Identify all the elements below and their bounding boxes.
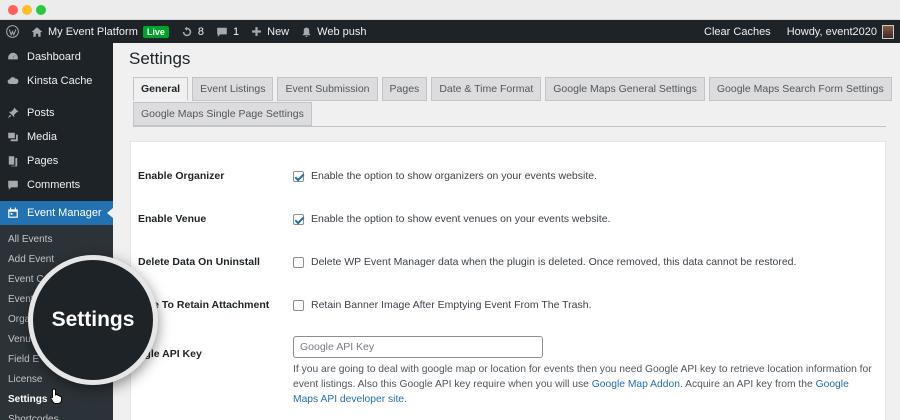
setting-label: Enable Venue [138,213,207,225]
enable-organizer-checkbox[interactable] [293,170,304,182]
avatar [882,24,894,39]
setting-description: Enable the option to show organizers on … [311,170,598,182]
tab-google-maps-single-page[interactable]: Google Maps Single Page Settings [133,102,312,126]
updates-count: 8 [197,25,204,38]
sidebar-item-event-manager[interactable]: Event Manager [0,201,113,225]
admin-bar: My Event Platform Live 8 1 New Web push … [0,20,900,43]
site-name: My Event Platform [48,25,138,38]
settings-panel: Enable Organizer Enable the option to sh… [130,141,886,420]
page-title: Settings [129,49,191,68]
window-titlebar [0,0,900,20]
pin-icon [7,107,19,119]
setting-description: Delete WP Event Manager data when the pl… [311,256,797,268]
web-push-menu[interactable]: Web push [295,20,372,43]
pages-icon [8,156,18,167]
sidebar-item-kinsta-cache[interactable]: Kinsta Cache [0,69,113,93]
site-menu[interactable]: My Event Platform Live [25,20,175,43]
minimize-window-button[interactable] [22,5,32,15]
tabs-divider [133,126,886,127]
cloud-icon [7,77,19,84]
settings-tabs: General Event Listings Event Submission … [133,77,892,127]
sidebar-item-dashboard[interactable]: Dashboard [0,45,113,69]
home-icon [31,26,43,37]
wordpress-logo-icon[interactable] [0,20,25,43]
sidebar-item-media[interactable]: Media [0,125,113,149]
retain-attachment-checkbox[interactable] [293,299,304,311]
tab-event-listings[interactable]: Event Listings [192,77,274,101]
live-badge: Live [142,25,169,38]
tab-google-maps-search-form[interactable]: Google Maps Search Form Settings [708,77,892,101]
submenu-shortcodes[interactable]: Shortcodes [0,409,113,420]
google-map-addon-link[interactable]: Google Map Addon [592,379,680,390]
tab-event-submission[interactable]: Event Submission [277,77,378,101]
comment-icon [217,27,227,37]
media-icon [8,132,18,142]
enable-venue-checkbox[interactable] [293,213,304,225]
sidebar-item-posts[interactable]: Posts [0,101,113,125]
submenu-all-events[interactable]: All Events [0,229,113,249]
refresh-icon [182,26,192,36]
clear-caches-button[interactable]: Clear Caches [698,20,781,43]
calendar-icon [8,207,18,218]
close-window-button[interactable] [8,5,18,15]
hand-cursor-icon [50,388,62,404]
api-key-description: If you are going to deal with google map… [293,364,872,405]
comments-count: 1 [233,25,240,38]
tab-date-time-format[interactable]: Date & Time Format [431,77,542,101]
maximize-window-button[interactable] [36,5,46,15]
plus-icon [252,27,262,36]
setting-description: Retain Banner Image After Emptying Event… [311,299,592,311]
delete-data-checkbox[interactable] [293,256,304,268]
bell-icon [302,27,311,37]
setting-label: able To Retain Attachment [138,299,270,311]
tab-pages[interactable]: Pages [381,77,428,101]
dashboard-icon [8,52,18,60]
sidebar-item-comments[interactable]: Comments [0,173,113,197]
updates-menu[interactable]: 8 [175,20,210,43]
magnifier-label: Settings [51,308,135,331]
google-api-key-input[interactable] [293,336,543,358]
tab-google-maps-general[interactable]: Google Maps General Settings [545,77,705,101]
howdy-text: Howdy, event2020 [786,25,877,38]
setting-label: Delete Data On Uninstall [138,256,260,268]
sidebar-item-pages[interactable]: Pages [0,149,113,173]
tab-general[interactable]: General [133,77,189,101]
setting-label: Enable Organizer [138,170,225,182]
setting-description: Enable the option to show event venues o… [311,213,611,225]
zoom-magnifier: Settings [28,255,158,385]
main-content: Settings General Event Listings Event Su… [113,43,900,420]
account-menu[interactable]: Howdy, event2020 [781,20,900,43]
new-content-menu[interactable]: New [245,20,295,43]
comments-menu[interactable]: 1 [210,20,245,43]
comment-icon [8,180,18,190]
